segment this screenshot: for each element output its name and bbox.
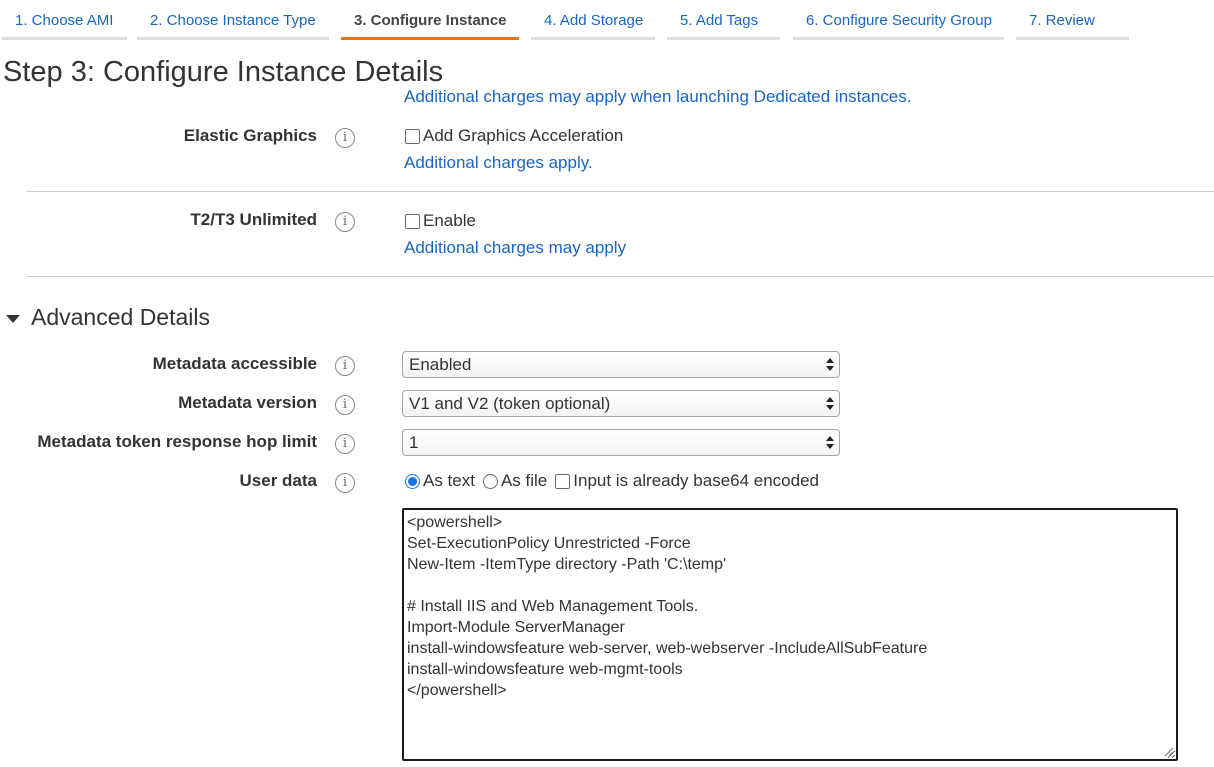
info-icon[interactable]: i bbox=[335, 212, 355, 232]
caret-down-icon bbox=[6, 314, 20, 323]
divider bbox=[27, 191, 1214, 192]
user-data-label: User data bbox=[239, 471, 317, 490]
tab-add-storage[interactable]: 4. Add Storage bbox=[531, 0, 655, 40]
graphics-acceleration-checkbox[interactable] bbox=[405, 128, 420, 144]
user-data-options: As text As file Input is already base64 … bbox=[405, 471, 819, 491]
tab-add-tags[interactable]: 5. Add Tags bbox=[667, 0, 780, 40]
graphics-acceleration-label[interactable]: Add Graphics Acceleration bbox=[423, 126, 623, 146]
page-title: Step 3: Configure Instance Details bbox=[3, 56, 444, 88]
unlimited-charges-link[interactable]: Additional charges may apply bbox=[404, 238, 626, 258]
select-arrows-icon bbox=[826, 358, 834, 371]
tab-review[interactable]: 7. Review bbox=[1016, 0, 1129, 40]
hop-limit-select[interactable]: 1 bbox=[402, 429, 840, 456]
advanced-details-toggle[interactable]: Advanced Details bbox=[6, 304, 210, 331]
elastic-graphics-label: Elastic Graphics bbox=[183, 126, 317, 145]
as-file-label[interactable]: As file bbox=[501, 471, 547, 491]
select-arrows-icon bbox=[826, 397, 834, 410]
metadata-version-select[interactable]: V1 and V2 (token optional) bbox=[402, 390, 840, 417]
base64-label[interactable]: Input is already base64 encoded bbox=[573, 471, 819, 491]
tab-configure-instance[interactable]: 3. Configure Instance bbox=[341, 0, 519, 40]
dedicated-charges-link[interactable]: Additional charges may apply when launch… bbox=[404, 87, 911, 107]
t2t3-unlimited-label: T2/T3 Unlimited bbox=[190, 210, 317, 229]
info-icon[interactable]: i bbox=[335, 395, 355, 415]
metadata-accessible-label: Metadata accessible bbox=[152, 354, 317, 373]
tab-choose-ami[interactable]: 1. Choose AMI bbox=[2, 0, 127, 40]
info-icon[interactable]: i bbox=[335, 356, 355, 376]
graphics-acceleration-option: Add Graphics Acceleration bbox=[405, 126, 623, 146]
as-file-radio[interactable] bbox=[482, 473, 498, 489]
info-icon[interactable]: i bbox=[335, 128, 355, 148]
metadata-accessible-select[interactable]: Enabled bbox=[402, 351, 840, 378]
advanced-details-title: Advanced Details bbox=[31, 304, 210, 330]
as-text-radio[interactable] bbox=[405, 473, 420, 489]
unlimited-enable-checkbox[interactable] bbox=[405, 213, 420, 229]
divider bbox=[27, 276, 1214, 277]
tab-choose-instance-type[interactable]: 2. Choose Instance Type bbox=[137, 0, 329, 40]
tab-configure-security-group[interactable]: 6. Configure Security Group bbox=[793, 0, 1004, 40]
base64-checkbox[interactable] bbox=[555, 473, 571, 489]
select-arrows-icon bbox=[826, 436, 834, 449]
hop-limit-label: Metadata token response hop limit bbox=[37, 432, 317, 451]
info-icon[interactable]: i bbox=[335, 434, 355, 454]
metadata-version-value: V1 and V2 (token optional) bbox=[409, 394, 611, 413]
metadata-version-label: Metadata version bbox=[178, 393, 317, 412]
unlimited-enable-option: Enable bbox=[405, 211, 476, 231]
user-data-textarea[interactable]: <powershell> Set-ExecutionPolicy Unrestr… bbox=[402, 508, 1178, 761]
graphics-charges-link[interactable]: Additional charges apply. bbox=[404, 153, 593, 173]
unlimited-enable-label[interactable]: Enable bbox=[423, 211, 476, 231]
resize-grip-icon[interactable] bbox=[1162, 745, 1174, 757]
as-text-label[interactable]: As text bbox=[423, 471, 475, 491]
info-icon[interactable]: i bbox=[335, 473, 355, 493]
hop-limit-value: 1 bbox=[409, 433, 419, 452]
metadata-accessible-value: Enabled bbox=[409, 355, 472, 374]
